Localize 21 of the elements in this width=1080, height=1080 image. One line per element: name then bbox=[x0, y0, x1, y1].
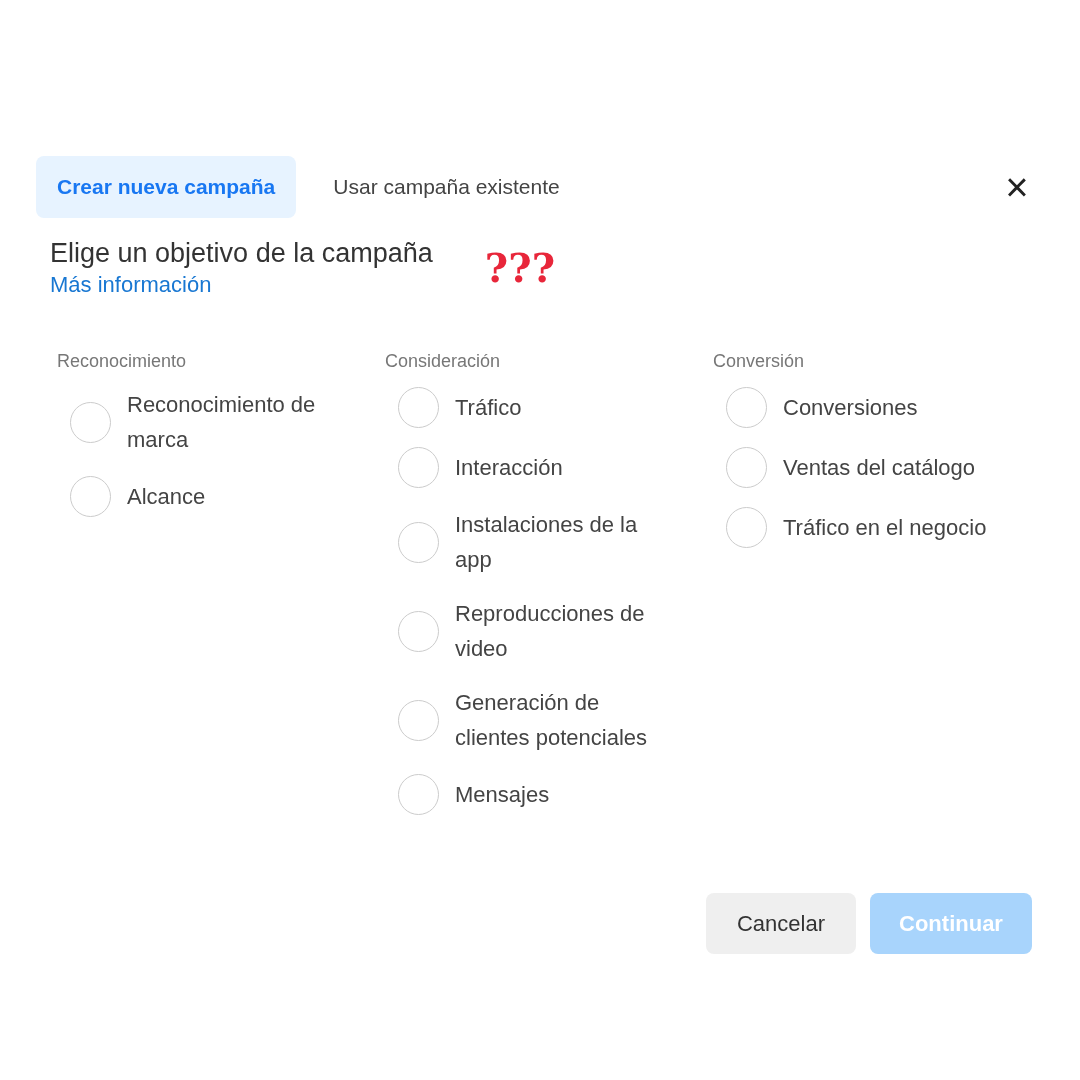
annotation: ??? bbox=[484, 248, 556, 288]
group-heading: Consideración bbox=[385, 350, 502, 373]
option-label: Tráfico bbox=[455, 394, 523, 422]
option-label: Mensajes bbox=[455, 781, 551, 809]
dialog-heading: Elige un objetivo de la campaña bbox=[50, 237, 433, 270]
option-label: Reconocimiento de marca bbox=[127, 391, 317, 454]
option-label: Alcance bbox=[127, 483, 207, 511]
option-label: Generación de clientes potenciales bbox=[455, 689, 648, 752]
option-label: Conversiones bbox=[783, 394, 919, 422]
group-heading: Reconocimiento bbox=[57, 350, 188, 373]
tab[interactable]: Crear nueva campaña bbox=[36, 156, 297, 218]
cancel-button[interactable]: Cancelar bbox=[706, 893, 856, 954]
group-heading: Conversión bbox=[713, 350, 806, 373]
close-button[interactable]: × bbox=[1002, 172, 1032, 202]
option-label: Tráfico en el negocio bbox=[783, 514, 988, 542]
option-label: Interacción bbox=[455, 454, 564, 482]
tab[interactable]: Usar campaña existente bbox=[298, 156, 595, 218]
option-label: Reproducciones de video bbox=[455, 600, 646, 663]
option-label: Instalaciones de la app bbox=[455, 511, 639, 574]
more-info-link[interactable]: Más información bbox=[50, 270, 433, 300]
option-label: Ventas del catálogo bbox=[783, 454, 977, 482]
